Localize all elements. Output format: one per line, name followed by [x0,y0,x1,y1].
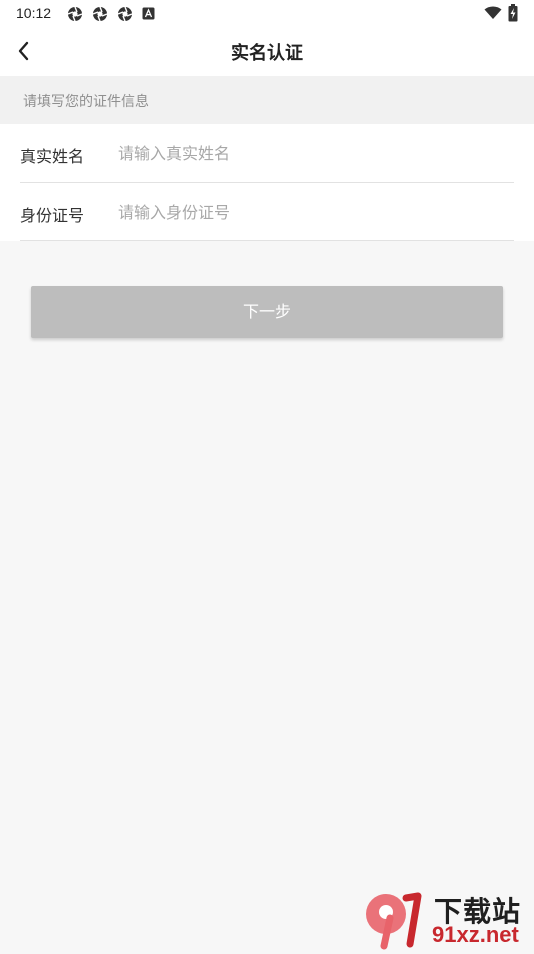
real-name-row: 真实姓名 [20,124,514,182]
page-title: 实名认证 [231,43,303,64]
aperture-icon [92,6,108,22]
divider [20,240,514,241]
status-bar: 10:12 [0,0,534,27]
aperture-icon [117,6,133,22]
real-name-label: 真实姓名 [20,147,85,166]
identity-form: 真实姓名 身份证号 [0,124,534,241]
app-header: 实名认证 [0,27,534,76]
watermark-url: 91xz.net [432,922,519,947]
battery-charging-icon [508,4,518,22]
aperture-icon [67,6,83,22]
id-number-row: 身份证号 [20,183,514,241]
hint-text: 请填写您的证件信息 [23,94,149,110]
id-number-label: 身份证号 [20,206,85,225]
real-name-input[interactable] [118,136,508,170]
status-time: 10:12 [16,5,52,21]
watermark-logo-icon [366,892,422,950]
a-badge-icon [142,7,155,20]
id-number-input[interactable] [118,195,508,229]
wifi-icon [484,6,502,19]
watermark-logo: 下载站 91xz.net [362,888,534,950]
next-step-button[interactable]: 下一步 [31,286,503,338]
hint-bar: 请填写您的证件信息 [0,76,534,124]
